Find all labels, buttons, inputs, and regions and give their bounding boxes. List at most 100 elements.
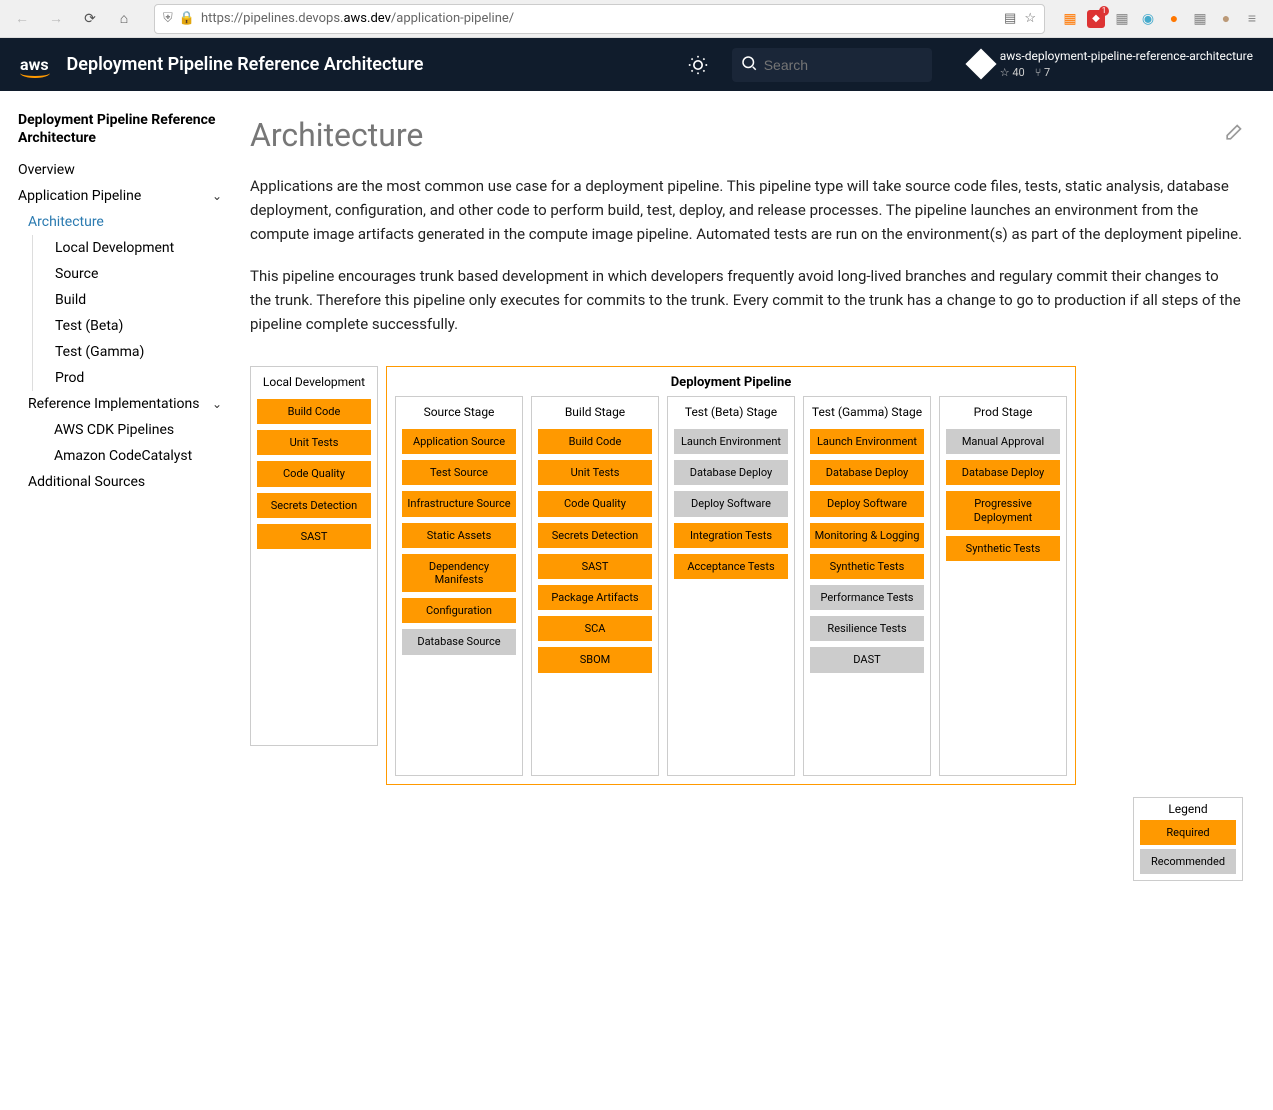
pipeline-step[interactable]: SAST xyxy=(538,554,652,579)
pipeline-step[interactable]: Build Code xyxy=(538,429,652,454)
main-content: Architecture Applications are the most c… xyxy=(230,91,1273,1110)
sidebar-item-local-dev[interactable]: Local Development xyxy=(32,235,222,261)
sidebar-item-test-gamma[interactable]: Test (Gamma) xyxy=(32,339,222,365)
app-title[interactable]: Deployment Pipeline Reference Architectu… xyxy=(67,54,424,75)
sidebar: Deployment Pipeline Reference Architectu… xyxy=(0,91,230,1110)
pipeline-step[interactable]: SCA xyxy=(538,616,652,641)
repo-info[interactable]: aws-deployment-pipeline-reference-archit… xyxy=(970,49,1253,81)
sidebar-item-architecture[interactable]: Architecture xyxy=(18,209,222,235)
sidebar-section-title[interactable]: Deployment Pipeline Reference Architectu… xyxy=(18,111,222,147)
search-input[interactable] xyxy=(764,57,924,73)
pipeline-step[interactable]: Database Deploy xyxy=(810,460,924,485)
url-domain: aws.dev xyxy=(343,11,390,26)
pipeline-step[interactable]: SBOM xyxy=(538,647,652,672)
shield-icon: ⛨ xyxy=(163,11,173,26)
sidebar-item-addl[interactable]: Additional Sources xyxy=(18,469,222,495)
pipeline-step[interactable]: Performance Tests xyxy=(810,585,924,610)
chevron-down-icon: ⌄ xyxy=(212,397,222,411)
pipeline-step[interactable]: Launch Environment xyxy=(674,429,788,454)
legend-title: Legend xyxy=(1140,802,1236,816)
stage-source: Source Stage Application SourceTest Sour… xyxy=(395,396,523,776)
pipeline-step[interactable]: Package Artifacts xyxy=(538,585,652,610)
sidebar-item-source[interactable]: Source xyxy=(32,261,222,287)
chevron-down-icon: ⌄ xyxy=(212,189,222,203)
pipeline-step[interactable]: Unit Tests xyxy=(538,460,652,485)
sidebar-item-label: Application Pipeline xyxy=(18,188,141,204)
pipeline-step[interactable]: Static Assets xyxy=(402,523,516,548)
pipeline-step[interactable]: Test Source xyxy=(402,460,516,485)
pipeline-step[interactable]: Manual Approval xyxy=(946,429,1060,454)
pipeline-step[interactable]: Configuration xyxy=(402,598,516,623)
ext-icon-7[interactable]: ● xyxy=(1217,10,1235,28)
pipeline-step[interactable]: Code Quality xyxy=(538,491,652,516)
bookmark-star-icon[interactable]: ☆ xyxy=(1024,11,1036,26)
intro-paragraph-2: This pipeline encourages trunk based dev… xyxy=(250,264,1243,336)
ext-icon-3[interactable]: ▦ xyxy=(1113,10,1131,28)
pipeline-step[interactable]: DAST xyxy=(810,647,924,672)
search-icon xyxy=(740,54,758,76)
pipeline-step[interactable]: Launch Environment xyxy=(810,429,924,454)
pipeline-step[interactable]: Deploy Software xyxy=(674,491,788,516)
ext-icon-5[interactable]: ● xyxy=(1165,10,1183,28)
sidebar-item-overview[interactable]: Overview xyxy=(18,157,222,183)
sidebar-item-codecat[interactable]: Amazon CodeCatalyst xyxy=(32,443,222,469)
legend: Legend Required Recommended xyxy=(1133,797,1243,881)
pipeline-step[interactable]: Monitoring & Logging xyxy=(810,523,924,548)
sidebar-item-cdk[interactable]: AWS CDK Pipelines xyxy=(32,417,222,443)
pipeline-step[interactable]: Database Deploy xyxy=(674,460,788,485)
legend-required: Required xyxy=(1140,820,1236,845)
url-path: /application-pipeline/ xyxy=(391,11,514,26)
pipeline-step[interactable]: Synthetic Tests xyxy=(810,554,924,579)
pipeline-step[interactable]: Progressive Deployment xyxy=(946,491,1060,529)
pipeline-step[interactable]: Database Deploy xyxy=(946,460,1060,485)
forward-button[interactable]: → xyxy=(42,5,70,33)
ext-icon-4[interactable]: ◉ xyxy=(1139,10,1157,28)
stage-title: Local Development xyxy=(257,373,371,391)
search-box[interactable] xyxy=(732,48,932,82)
hamburger-icon[interactable]: ≡ xyxy=(1243,10,1261,28)
pipeline-step[interactable]: Deploy Software xyxy=(810,491,924,516)
sidebar-item-test-beta[interactable]: Test (Beta) xyxy=(32,313,222,339)
pipeline-step[interactable]: Build Code xyxy=(257,399,371,424)
edit-icon[interactable] xyxy=(1223,123,1243,147)
ext-icon-1[interactable]: ▦ xyxy=(1061,10,1079,28)
pipeline-step[interactable]: Secrets Detection xyxy=(257,493,371,518)
reload-button[interactable]: ⟳ xyxy=(76,5,104,33)
sidebar-item-ref-impl[interactable]: Reference Implementations ⌄ xyxy=(18,391,222,417)
repo-name: aws-deployment-pipeline-reference-archit… xyxy=(1000,49,1253,65)
sidebar-item-label: Reference Implementations xyxy=(28,396,200,412)
pipeline-step[interactable]: Acceptance Tests xyxy=(674,554,788,579)
pipeline-step[interactable]: Dependency Manifests xyxy=(402,554,516,592)
theme-toggle-button[interactable] xyxy=(682,49,714,81)
sidebar-item-prod[interactable]: Prod xyxy=(32,365,222,391)
pipeline-step[interactable]: Synthetic Tests xyxy=(946,536,1060,561)
pipeline-diagram: Local Development Build Code Unit Tests Co… xyxy=(250,366,1243,881)
pipeline-step[interactable]: Integration Tests xyxy=(674,523,788,548)
extension-icons: ▦ ◆ ▦ ◉ ● ▦ ● ≡ xyxy=(1061,10,1265,28)
pipeline-step[interactable]: Infrastructure Source xyxy=(402,491,516,516)
pipeline-step[interactable]: Database Source xyxy=(402,629,516,654)
pipeline-step[interactable]: Application Source xyxy=(402,429,516,454)
stage-title: Prod Stage xyxy=(946,403,1060,421)
sidebar-item-app-pipeline[interactable]: Application Pipeline ⌄ xyxy=(18,183,222,209)
legend-recommended: Recommended xyxy=(1140,849,1236,874)
pipeline-step[interactable]: Unit Tests xyxy=(257,430,371,455)
sidebar-item-build[interactable]: Build xyxy=(32,287,222,313)
page-title: Architecture xyxy=(250,116,423,154)
stage-title: Build Stage xyxy=(538,403,652,421)
pipeline-step[interactable]: Resilience Tests xyxy=(810,616,924,641)
repo-icon xyxy=(965,49,996,80)
aws-logo[interactable]: aws xyxy=(20,55,49,74)
back-button[interactable]: ← xyxy=(8,5,36,33)
reader-icon[interactable]: ▤ xyxy=(1004,11,1016,26)
home-button[interactable]: ⌂ xyxy=(110,5,138,33)
ext-icon-ublock[interactable]: ◆ xyxy=(1087,10,1105,28)
ext-icon-grid[interactable]: ▦ xyxy=(1191,10,1209,28)
repo-forks: 7 xyxy=(1044,66,1050,79)
url-prefix: https://pipelines.devops. xyxy=(201,11,344,26)
pipeline-step[interactable]: SAST xyxy=(257,524,371,549)
lock-icon: 🔒 xyxy=(179,11,195,26)
url-bar[interactable]: ⛨ 🔒 https://pipelines.devops.aws.dev/app… xyxy=(154,4,1045,34)
pipeline-step[interactable]: Code Quality xyxy=(257,461,371,486)
pipeline-step[interactable]: Secrets Detection xyxy=(538,523,652,548)
